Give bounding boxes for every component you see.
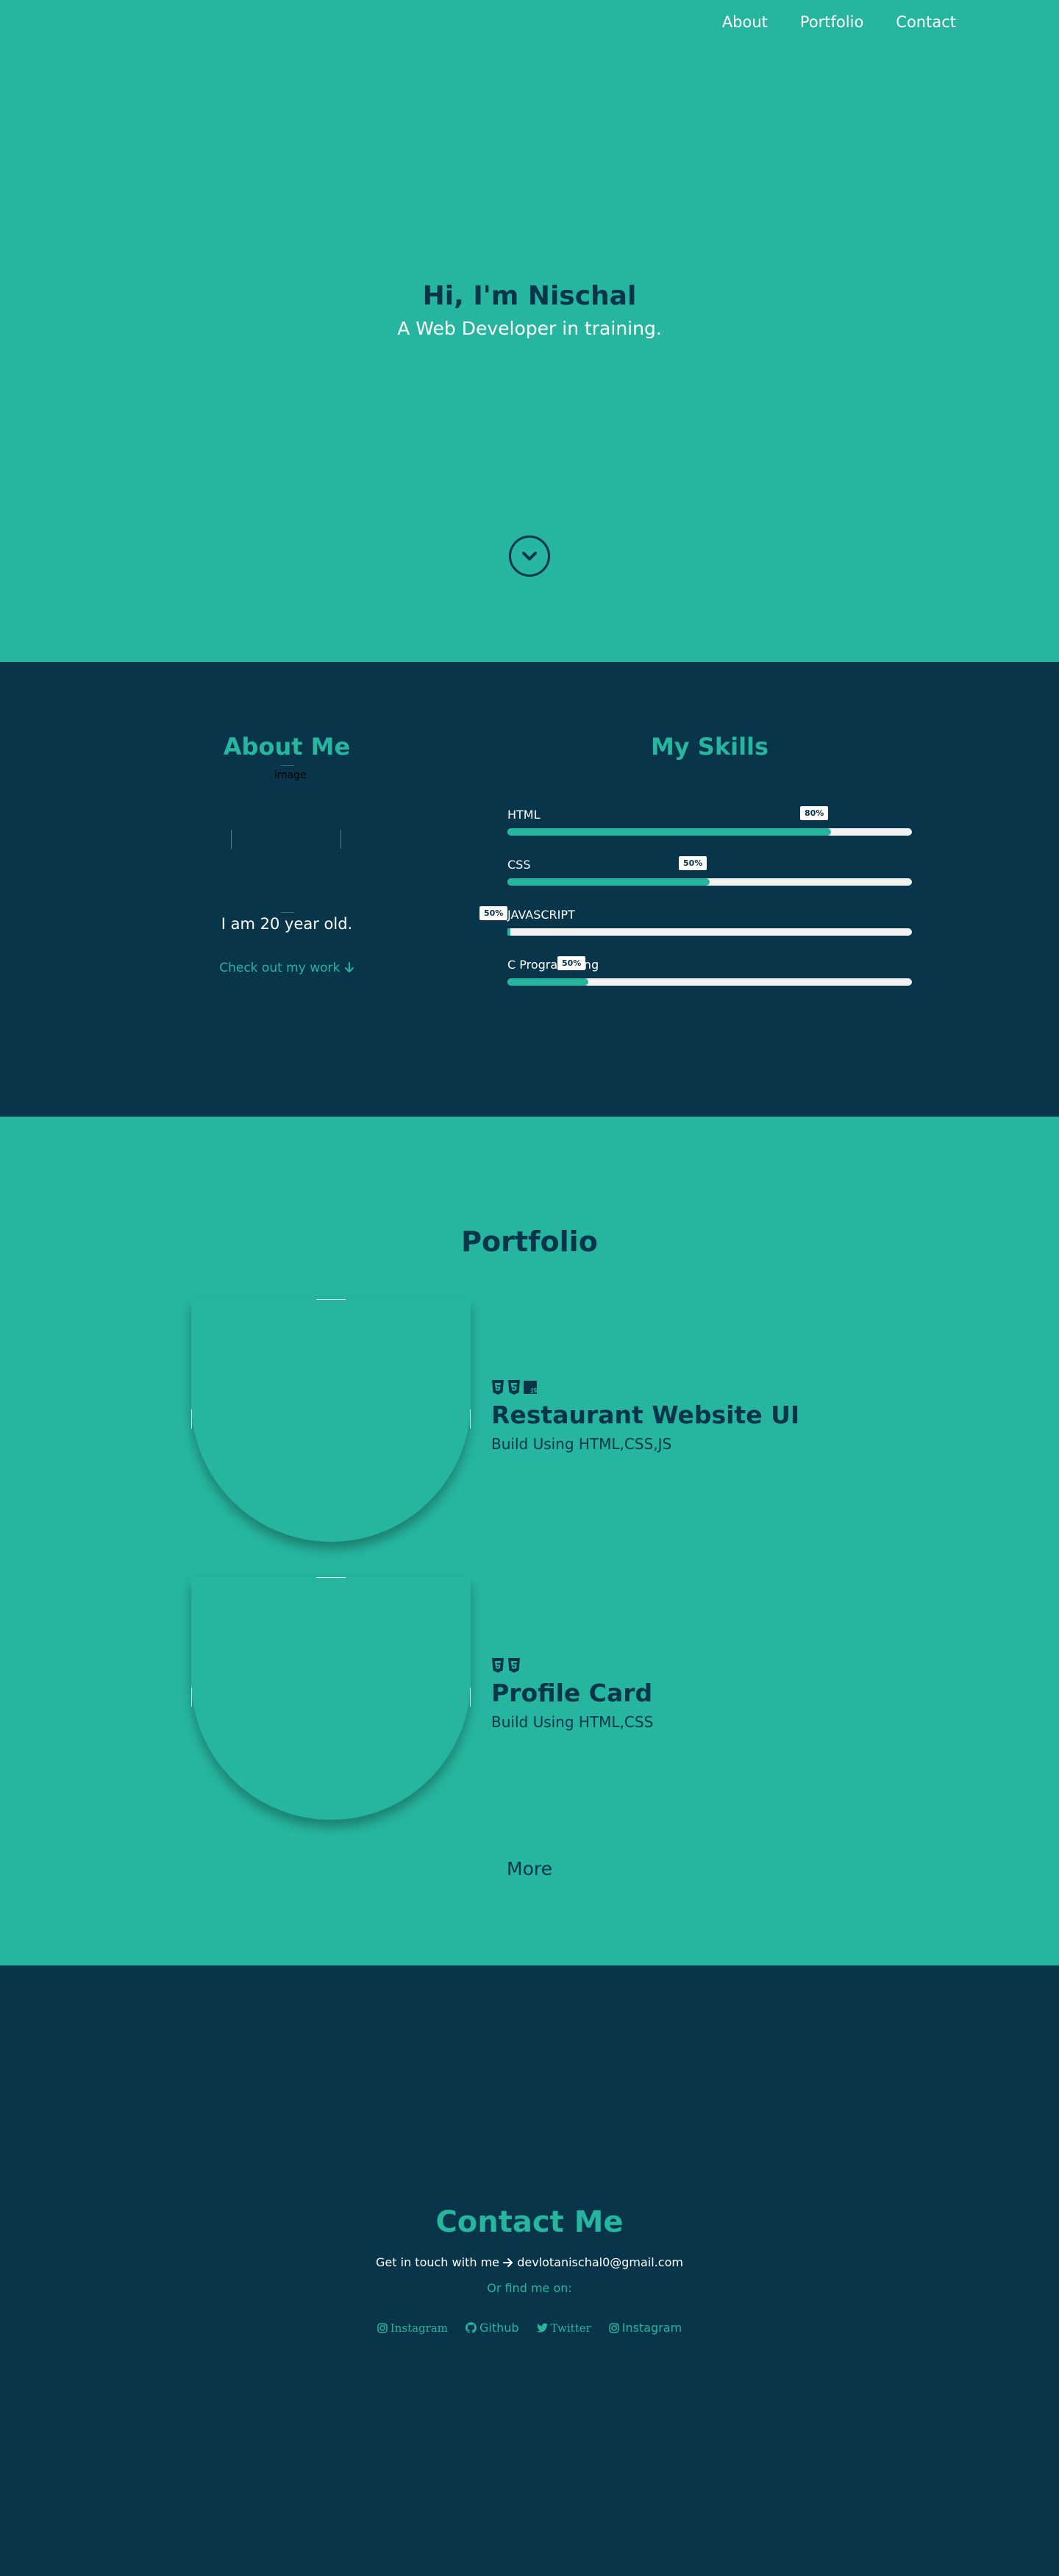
skill-name: CSS xyxy=(507,858,531,872)
skill-fill xyxy=(507,828,831,836)
skill-track xyxy=(507,828,912,836)
contact-line: Get in touch with me devlotanischal0@gma… xyxy=(0,2255,1059,2269)
age-text: I am 20 year old. xyxy=(221,915,353,933)
css3-icon xyxy=(508,1658,520,1673)
html5-icon xyxy=(492,1658,504,1673)
social-label: Github xyxy=(479,2321,519,2335)
skill-fill xyxy=(507,928,510,936)
hero-section: About Portfolio Contact Hi, I'm Nischal … xyxy=(0,0,1059,662)
skill-percent-badge: 50% xyxy=(557,956,586,970)
tech-icons: JS xyxy=(491,1380,799,1395)
portfolio-title: Portfolio xyxy=(461,1225,598,1258)
css3-icon xyxy=(508,1380,520,1395)
contact-section xyxy=(0,1965,1059,2576)
js-icon: JS xyxy=(524,1381,537,1394)
social-twitter[interactable]: Twitter xyxy=(536,2321,591,2335)
skill-track xyxy=(507,928,912,936)
skills-title: My Skills xyxy=(650,733,769,761)
instagram-icon xyxy=(377,2322,388,2333)
project-title[interactable]: Restaurant Website UI xyxy=(491,1401,799,1429)
skill-percent-badge: 80% xyxy=(800,806,829,820)
skill-percent-badge: 50% xyxy=(679,856,707,870)
hero-title: Hi, I'm Nischal xyxy=(422,281,637,311)
about-title: About Me xyxy=(223,733,351,761)
project-title[interactable]: Profile Card xyxy=(491,1679,653,1707)
skill-percent-badge: 50% xyxy=(479,906,508,920)
social-github[interactable]: Github xyxy=(466,2321,519,2335)
project-description: Build Using HTML,CSS xyxy=(491,1713,654,1731)
email-link[interactable]: devlotanischal0@gmail.com xyxy=(517,2255,683,2269)
svg-text:JS: JS xyxy=(530,1387,537,1394)
hero-subtitle: A Web Developer in training. xyxy=(397,318,662,339)
contact-title: Contact Me xyxy=(435,2205,624,2239)
skill-name: HTML xyxy=(507,808,541,822)
instagram-icon xyxy=(609,2322,619,2333)
tech-icons xyxy=(491,1658,653,1673)
skill-name: JAVASCRIPT xyxy=(507,908,575,922)
skill-track xyxy=(507,978,912,986)
social-label: Instagram xyxy=(621,2321,682,2335)
profile-image-edge xyxy=(231,830,232,849)
social-instagram[interactable]: Instagram xyxy=(377,2321,448,2335)
nav-about[interactable]: About xyxy=(722,13,768,31)
profile-image-top xyxy=(281,765,294,766)
skill-item: JAVASCRIPT 50% xyxy=(479,906,912,944)
github-icon xyxy=(466,2322,477,2333)
html5-icon xyxy=(492,1380,504,1395)
nav-portfolio[interactable]: Portfolio xyxy=(800,13,863,31)
find-me-text: Or find me on: xyxy=(487,2281,572,2295)
scroll-down-button[interactable] xyxy=(509,536,550,577)
skill-item: C Programming 50% xyxy=(507,956,912,995)
top-nav: About Portfolio Contact xyxy=(722,13,956,31)
social-instagram[interactable]: Instagram xyxy=(609,2321,682,2335)
social-label: Instagram xyxy=(390,2321,448,2335)
project-card: JS Restaurant Website UI Build Using HTM… xyxy=(491,1380,799,1453)
skill-fill xyxy=(507,878,710,886)
chevron-down-icon xyxy=(522,552,537,561)
skill-item: HTML 80% xyxy=(507,806,912,844)
skill-fill xyxy=(507,978,588,986)
skill-item: CSS 50% xyxy=(507,856,912,894)
arrow-down-icon xyxy=(344,962,354,972)
nav-contact[interactable]: Contact xyxy=(896,13,956,31)
profile-image-bottom xyxy=(281,912,294,913)
profile-image-alt: image xyxy=(274,769,307,781)
check-work-link[interactable]: Check out my work xyxy=(140,961,434,975)
skill-track xyxy=(507,878,912,886)
contact-prefix: Get in touch with me xyxy=(376,2255,499,2269)
profile-image-edge xyxy=(340,830,341,849)
project-description: Build Using HTML,CSS,JS xyxy=(491,1435,672,1453)
check-work-label: Check out my work xyxy=(219,961,340,975)
social-links: Instagram Github Twitter Instagram xyxy=(0,2321,1059,2335)
twitter-icon xyxy=(536,2323,548,2333)
arrow-right-icon xyxy=(503,2258,513,2267)
more-button[interactable]: More xyxy=(0,1858,1059,1879)
project-card: Profile Card Build Using HTML,CSS xyxy=(491,1658,653,1731)
social-label: Twitter xyxy=(550,2321,591,2335)
